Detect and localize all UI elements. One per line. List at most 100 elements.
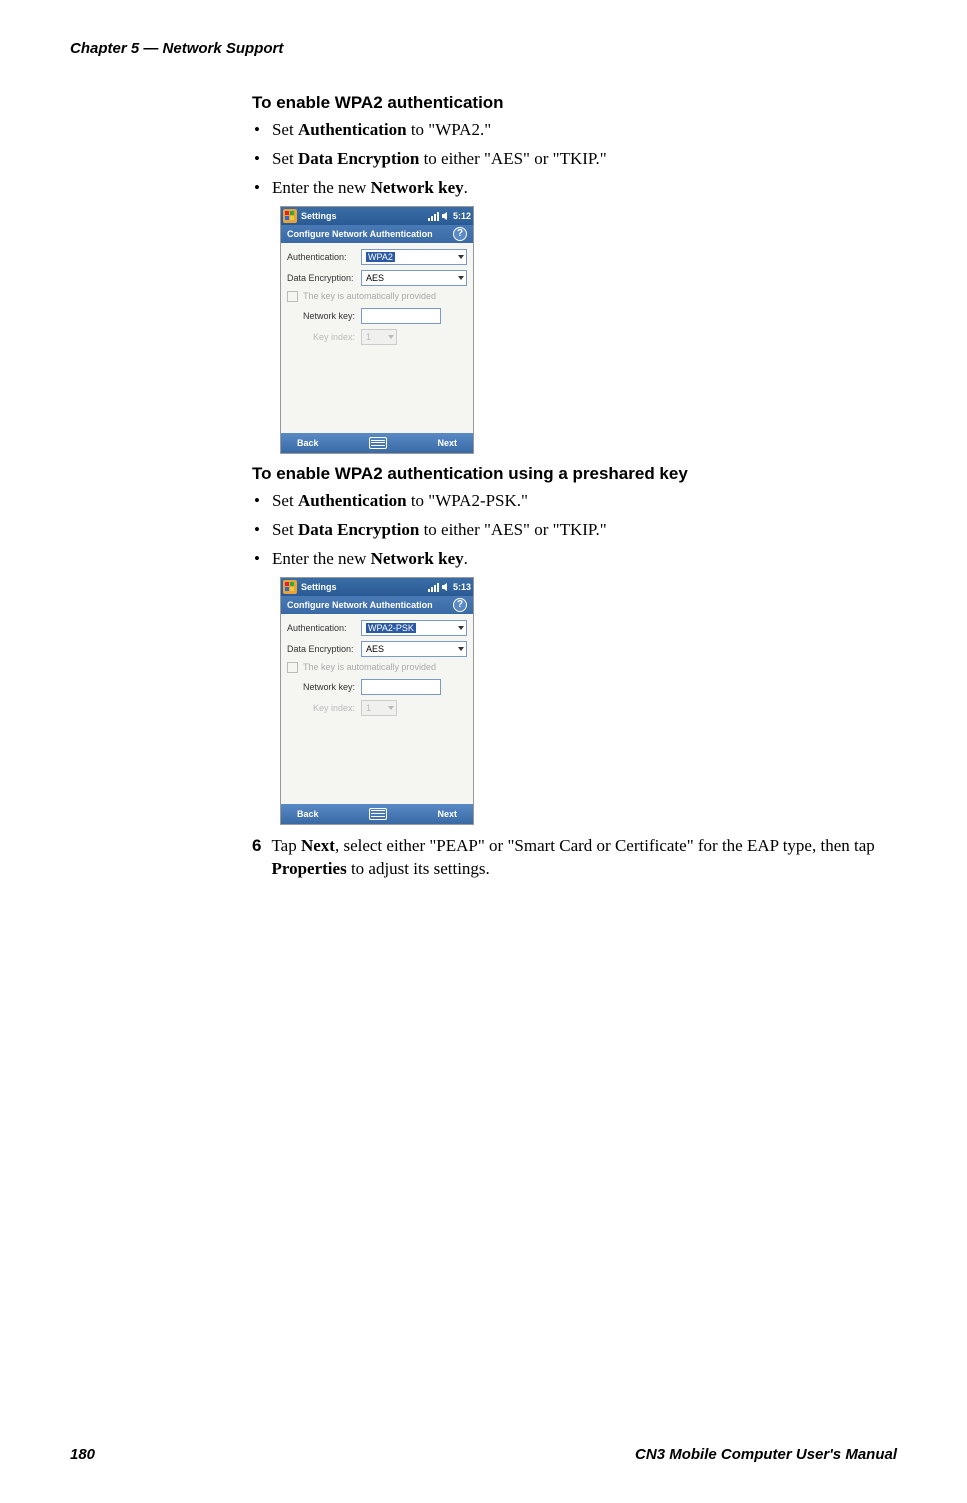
bullet-item: • Set Data Encryption to either "AES" or…: [252, 519, 892, 542]
bullet-dot-icon: •: [254, 177, 260, 200]
chevron-down-icon: [458, 647, 464, 651]
text-fragment: Enter the new: [272, 549, 371, 568]
keyindex-label: Key index:: [287, 332, 361, 342]
main-content: To enable WPA2 authentication • Set Auth…: [252, 85, 892, 881]
text-fragment: .: [464, 549, 468, 568]
bullet-item: • Enter the new Network key.: [252, 548, 892, 571]
text-bold: Authentication: [298, 491, 407, 510]
netkey-input[interactable]: [361, 308, 441, 324]
keyindex-value: 1: [366, 703, 371, 713]
chevron-down-icon: [388, 335, 394, 339]
autokey-checkbox: [287, 291, 298, 302]
speaker-icon: [441, 582, 451, 592]
auth-select[interactable]: WPA2: [361, 249, 467, 265]
page-title: Configure Network Authentication: [287, 600, 433, 610]
signal-icon: [428, 211, 439, 221]
step-6: 6 Tap Next, select either "PEAP" or "Sma…: [252, 835, 892, 881]
form-row: Key index: 1: [287, 700, 467, 716]
back-button[interactable]: Back: [297, 809, 319, 819]
start-flag-icon[interactable]: [283, 209, 297, 223]
keyboard-icon[interactable]: [369, 808, 387, 820]
bullet-dot-icon: •: [254, 119, 260, 142]
titlebar: Settings 5:12: [281, 207, 473, 225]
text-bold: Network key: [371, 178, 464, 197]
text-fragment: Set: [272, 491, 298, 510]
chevron-down-icon: [458, 276, 464, 280]
autokey-label: The key is automatically provided: [303, 291, 436, 301]
screenshot-wpa2: Settings 5:12 Configure Network Authenti…: [280, 206, 474, 454]
status-icons: 5:12: [428, 211, 471, 221]
window-title: Settings: [301, 211, 428, 221]
page-header: Chapter 5 — Network Support: [70, 40, 283, 57]
bullet-text: Set Data Encryption to either "AES" or "…: [272, 519, 607, 542]
form-body: Authentication: WPA2 Data Encryption: AE…: [281, 243, 473, 433]
text-bold: Properties: [271, 859, 346, 878]
text-bold: Network key: [371, 549, 464, 568]
form-row: Authentication: WPA2: [287, 249, 467, 265]
bullet-dot-icon: •: [254, 548, 260, 571]
encryption-value: AES: [366, 273, 384, 283]
bullet-text: Set Authentication to "WPA2-PSK.": [272, 490, 528, 513]
step-text: Tap Next, select either "PEAP" or "Smart…: [271, 835, 892, 881]
bullet-text: Set Data Encryption to either "AES" or "…: [272, 148, 607, 171]
bullet-item: • Set Data Encryption to either "AES" or…: [252, 148, 892, 171]
bullet-text: Enter the new Network key.: [272, 548, 468, 571]
auth-value: WPA2: [366, 252, 395, 262]
text-fragment: Enter the new: [272, 178, 371, 197]
bullet-item: • Enter the new Network key.: [252, 177, 892, 200]
help-icon[interactable]: ?: [453, 598, 467, 612]
form-row: Key index: 1: [287, 329, 467, 345]
encryption-select[interactable]: AES: [361, 641, 467, 657]
autokey-row: The key is automatically provided: [287, 291, 467, 302]
text-fragment: Set: [272, 520, 298, 539]
autokey-checkbox: [287, 662, 298, 673]
keyboard-icon[interactable]: [369, 437, 387, 449]
netkey-label: Network key:: [287, 682, 361, 692]
netkey-input[interactable]: [361, 679, 441, 695]
form-row: Data Encryption: AES: [287, 641, 467, 657]
screenshot-wpa2-psk: Settings 5:13 Configure Network Authenti…: [280, 577, 474, 825]
form-row: Network key:: [287, 308, 467, 324]
start-flag-icon[interactable]: [283, 580, 297, 594]
bullet-dot-icon: •: [254, 519, 260, 542]
autokey-row: The key is automatically provided: [287, 662, 467, 673]
text-bold: Next: [301, 836, 335, 855]
page-title-bar: Configure Network Authentication ?: [281, 596, 473, 614]
chevron-down-icon: [458, 255, 464, 259]
form-body: Authentication: WPA2-PSK Data Encryption…: [281, 614, 473, 804]
bullet-item: • Set Authentication to "WPA2.": [252, 119, 892, 142]
text-fragment: .: [464, 178, 468, 197]
back-button[interactable]: Back: [297, 438, 319, 448]
page-title: Configure Network Authentication: [287, 229, 433, 239]
text-fragment: Set: [272, 149, 298, 168]
keyindex-value: 1: [366, 332, 371, 342]
text-fragment: to "WPA2.": [407, 120, 492, 139]
form-row: Authentication: WPA2-PSK: [287, 620, 467, 636]
text-fragment: , select either "PEAP" or "Smart Card or…: [335, 836, 875, 855]
autokey-label: The key is automatically provided: [303, 662, 436, 672]
text-bold: Authentication: [298, 120, 407, 139]
bullet-text: Enter the new Network key.: [272, 177, 468, 200]
text-fragment: to adjust its settings.: [347, 859, 490, 878]
next-button[interactable]: Next: [437, 809, 457, 819]
bullet-item: • Set Authentication to "WPA2-PSK.": [252, 490, 892, 513]
text-fragment: to either "AES" or "TKIP.": [419, 149, 606, 168]
softkey-bar: Back Next: [281, 433, 473, 453]
chevron-down-icon: [458, 626, 464, 630]
auth-value: WPA2-PSK: [366, 623, 416, 633]
auth-select[interactable]: WPA2-PSK: [361, 620, 467, 636]
text-fragment: Set: [272, 120, 298, 139]
help-icon[interactable]: ?: [453, 227, 467, 241]
step-number: 6: [252, 835, 261, 858]
encryption-select[interactable]: AES: [361, 270, 467, 286]
text-fragment: Tap: [271, 836, 301, 855]
softkey-bar: Back Next: [281, 804, 473, 824]
chevron-down-icon: [388, 706, 394, 710]
page-number: 180: [70, 1446, 95, 1463]
next-button[interactable]: Next: [437, 438, 457, 448]
manual-title: CN3 Mobile Computer User's Manual: [635, 1446, 897, 1463]
section-heading-wpa2: To enable WPA2 authentication: [252, 93, 892, 113]
status-icons: 5:13: [428, 582, 471, 592]
section-heading-wpa2-psk: To enable WPA2 authentication using a pr…: [252, 464, 892, 484]
speaker-icon: [441, 211, 451, 221]
